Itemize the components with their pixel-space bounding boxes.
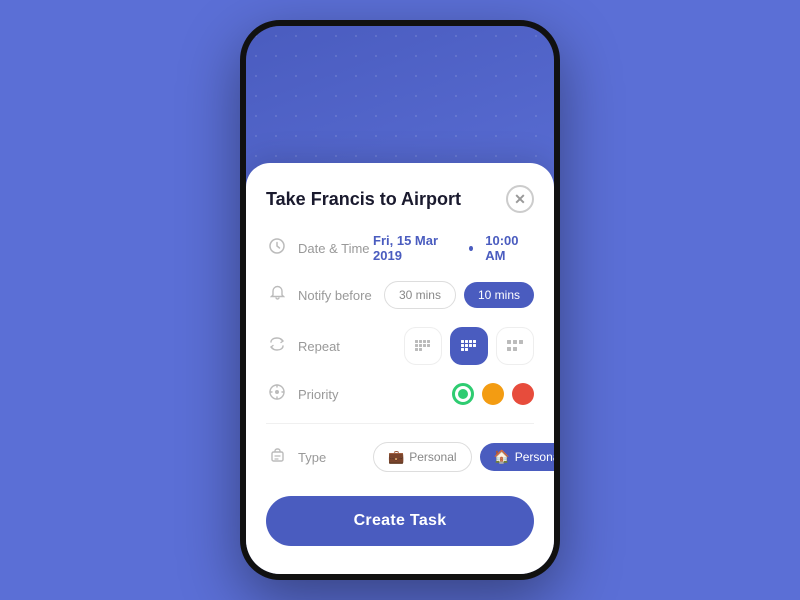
task-modal: Take Francis to Airport ✕ Date & Time Fr… [246, 163, 554, 574]
repeat-label: Repeat [298, 339, 373, 354]
notify-30min-button[interactable]: 30 mins [384, 281, 456, 309]
notify-controls: 30 mins 10 mins [384, 281, 534, 309]
type-row: Type 💼 Personal 🏠 Personal [266, 423, 534, 472]
repeat-daily-button[interactable] [450, 327, 488, 365]
type-personal-button[interactable]: 🏠 Personal [480, 443, 560, 471]
close-button[interactable]: ✕ [506, 185, 534, 213]
notify-row: Notify before 30 mins 10 mins [266, 281, 534, 309]
priority-row: Priority [266, 383, 534, 405]
priority-icon [266, 384, 288, 404]
type-icon [266, 447, 288, 467]
type-label: Type [298, 450, 373, 465]
close-icon: ✕ [514, 191, 526, 208]
modal-header: Take Francis to Airport ✕ [266, 185, 534, 213]
type-work-button[interactable]: 💼 Personal [373, 442, 472, 472]
briefcase-icon: 💼 [388, 449, 404, 465]
priority-label: Priority [298, 387, 373, 402]
repeat-weekly-button[interactable] [404, 327, 442, 365]
modal-title: Take Francis to Airport [266, 189, 461, 210]
notify-10min-button[interactable]: 10 mins [464, 282, 534, 308]
priority-medium-button[interactable] [482, 383, 504, 405]
clock-icon [266, 238, 288, 258]
repeat-monthly-button[interactable] [496, 327, 534, 365]
time-value: 10:00 AM [485, 233, 534, 263]
home-icon: 🏠 [494, 449, 510, 465]
notify-label: Notify before [298, 288, 373, 303]
repeat-controls [404, 327, 534, 365]
datetime-values: Fri, 15 Mar 2019 10:00 AM [373, 233, 534, 263]
priority-controls [452, 383, 534, 405]
datetime-label: Date & Time [298, 241, 373, 256]
separator-dot [469, 246, 473, 251]
priority-low-button[interactable] [452, 383, 474, 405]
repeat-icon [266, 336, 288, 356]
date-value: Fri, 15 Mar 2019 [373, 233, 457, 263]
priority-high-button[interactable] [512, 383, 534, 405]
datetime-row: Date & Time Fri, 15 Mar 2019 10:00 AM [266, 233, 534, 263]
phone-frame: Take Francis to Airport ✕ Date & Time Fr… [240, 20, 560, 580]
create-task-button[interactable]: Create Task [266, 496, 534, 546]
type-controls: 💼 Personal 🏠 Personal [373, 442, 560, 472]
repeat-row: Repeat [266, 327, 534, 365]
bell-icon [266, 285, 288, 305]
